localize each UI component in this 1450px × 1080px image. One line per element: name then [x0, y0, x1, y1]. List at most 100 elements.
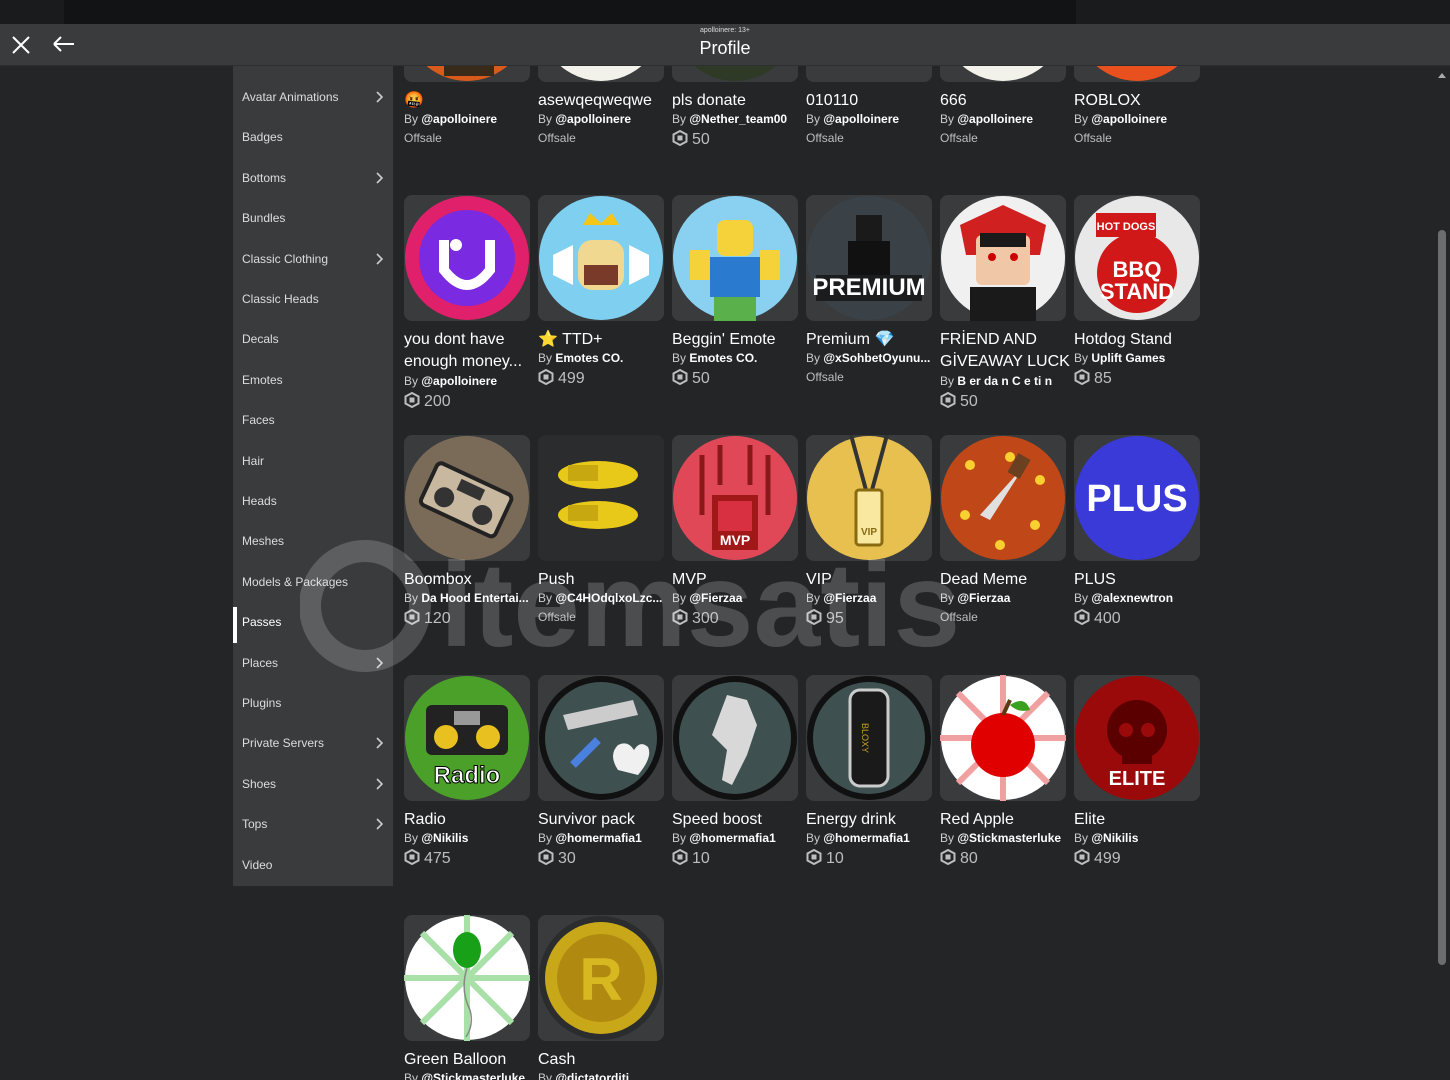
creator-link[interactable]: @apolloinere [1091, 112, 1167, 126]
item-thumbnail[interactable]: HOT DOGS BBQ STAND [1074, 195, 1200, 321]
item-thumbnail[interactable]: PREMIUM [806, 195, 932, 321]
sidebar-item-shoes[interactable]: Shoes [233, 764, 393, 804]
sidebar-item-faces[interactable]: Faces [233, 400, 393, 440]
item-thumbnail[interactable]: VIP [806, 435, 932, 561]
item-thumbnail[interactable] [538, 435, 664, 561]
sidebar-item-places[interactable]: Places [233, 643, 393, 683]
sidebar-item-classic-clothing[interactable]: Classic Clothing [233, 239, 393, 279]
item-name[interactable]: MVP [672, 569, 802, 591]
item-name[interactable]: Dead Meme [940, 569, 1070, 591]
item-thumbnail[interactable] [672, 66, 798, 82]
item-thumbnail[interactable]: Radio [404, 675, 530, 801]
creator-link[interactable]: @C4HOdqlxoLzc... [555, 591, 662, 605]
sidebar-item-hair[interactable]: Hair [233, 441, 393, 481]
item-name[interactable]: Hotdog Stand [1074, 329, 1204, 351]
item-name[interactable]: 010110 [806, 90, 936, 112]
creator-link[interactable]: @xSohbetOyunu... [823, 351, 930, 365]
creator-link[interactable]: @apolloinere [957, 112, 1033, 126]
item-thumbnail[interactable] [940, 675, 1066, 801]
sidebar-item-badges[interactable]: Badges [233, 117, 393, 157]
item-thumbnail[interactable] [672, 675, 798, 801]
sidebar-item-meshes[interactable]: Meshes [233, 521, 393, 561]
item-name[interactable]: 666 [940, 90, 1070, 112]
item-thumbnail[interactable] [404, 915, 530, 1041]
sidebar-item-heads[interactable]: Heads [233, 481, 393, 521]
sidebar-item-passes[interactable]: Passes [233, 602, 393, 644]
creator-link[interactable]: @Stickmasterluke [957, 831, 1061, 845]
sidebar-item-bundles[interactable]: Bundles [233, 198, 393, 238]
item-thumbnail[interactable]: R [538, 915, 664, 1041]
creator-link[interactable]: @dictatorditi [555, 1071, 629, 1080]
sidebar-item-tops[interactable]: Tops [233, 804, 393, 844]
item-thumbnail[interactable] [538, 675, 664, 801]
item-name[interactable]: Energy drink [806, 809, 936, 831]
scrollbar-thumb[interactable] [1438, 230, 1446, 965]
sidebar-item-classic-heads[interactable]: Classic Heads [233, 279, 393, 319]
item-name[interactable]: you dont have enough money... [404, 329, 534, 373]
sidebar-item-video[interactable]: Video [233, 845, 393, 885]
item-name[interactable]: asewqeqweqwe [538, 90, 668, 112]
scroll-up-icon[interactable] [1436, 70, 1448, 80]
creator-link[interactable]: @homermafia1 [689, 831, 775, 845]
item-name[interactable]: 🤬 [404, 90, 534, 112]
item-thumbnail[interactable] [940, 195, 1066, 321]
creator-link[interactable]: B er da n C e ti n [957, 374, 1052, 388]
creator-link[interactable]: @Fierzaa [823, 591, 876, 605]
creator-link[interactable]: @homermafia1 [823, 831, 909, 845]
item-thumbnail[interactable] [806, 66, 932, 82]
item-name[interactable]: ⭐ TTD+ [538, 329, 668, 351]
item-name[interactable]: PLUS [1074, 569, 1204, 591]
item-name[interactable]: Green Balloon [404, 1049, 534, 1071]
item-thumbnail[interactable] [404, 435, 530, 561]
sidebar-item-avatar-animations[interactable]: Avatar Animations [233, 77, 393, 117]
sidebar-item-private-servers[interactable]: Private Servers [233, 723, 393, 763]
item-thumbnail[interactable]: MVP [672, 435, 798, 561]
creator-link[interactable]: @homermafia1 [555, 831, 641, 845]
creator-link[interactable]: @Nether_team00 [689, 112, 787, 126]
item-thumbnail[interactable] [538, 66, 664, 82]
item-name[interactable]: Radio [404, 809, 534, 831]
item-thumbnail[interactable]: ELITE [1074, 675, 1200, 801]
item-thumbnail[interactable]: BLOXY [806, 675, 932, 801]
creator-link[interactable]: @apolloinere [823, 112, 899, 126]
item-name[interactable]: Survivor pack [538, 809, 668, 831]
sidebar-item-decals[interactable]: Decals [233, 319, 393, 359]
creator-link[interactable]: Emotes CO. [689, 351, 757, 365]
item-name[interactable]: Premium 💎 [806, 329, 936, 351]
creator-link[interactable]: @alexnewtron [1091, 591, 1173, 605]
item-name[interactable]: Beggin' Emote [672, 329, 802, 351]
sidebar-item-plugins[interactable]: Plugins [233, 683, 393, 723]
creator-link[interactable]: @apolloinere [421, 374, 497, 388]
creator-link[interactable]: @Fierzaa [689, 591, 742, 605]
creator-link[interactable]: @Nikilis [421, 831, 468, 845]
creator-link[interactable]: Uplift Games [1091, 351, 1165, 365]
sidebar-item-models-packages[interactable]: Models & Packages [233, 562, 393, 602]
creator-link[interactable]: Da Hood Entertai... [421, 591, 528, 605]
item-name[interactable]: Elite [1074, 809, 1204, 831]
creator-link[interactable]: @Fierzaa [957, 591, 1010, 605]
item-thumbnail[interactable] [672, 195, 798, 321]
creator-link[interactable]: Emotes CO. [555, 351, 623, 365]
creator-link[interactable]: @apolloinere [421, 112, 497, 126]
item-name[interactable]: FRİEND AND GİVEAWAY LUCK [940, 329, 1070, 373]
item-name[interactable]: ROBLOX [1074, 90, 1204, 112]
item-name[interactable]: Push [538, 569, 668, 591]
item-thumbnail[interactable] [404, 66, 530, 82]
item-thumbnail[interactable] [940, 435, 1066, 561]
item-name[interactable]: pls donate [672, 90, 802, 112]
item-name[interactable]: Red Apple [940, 809, 1070, 831]
sidebar-item-bottoms[interactable]: Bottoms [233, 158, 393, 198]
item-thumbnail[interactable] [404, 195, 530, 321]
item-thumbnail[interactable] [538, 195, 664, 321]
item-name[interactable]: Cash [538, 1049, 668, 1071]
item-thumbnail[interactable]: PLUS [1074, 435, 1200, 561]
item-name[interactable]: Speed boost [672, 809, 802, 831]
creator-link[interactable]: @Nikilis [1091, 831, 1138, 845]
item-name[interactable]: VIP [806, 569, 936, 591]
creator-link[interactable]: @Stickmasterluke [421, 1071, 525, 1080]
item-thumbnail[interactable] [1074, 66, 1200, 82]
creator-link[interactable]: @apolloinere [555, 112, 631, 126]
sidebar-item-emotes[interactable]: Emotes [233, 360, 393, 400]
item-thumbnail[interactable] [940, 66, 1066, 82]
item-name[interactable]: Boombox [404, 569, 534, 591]
